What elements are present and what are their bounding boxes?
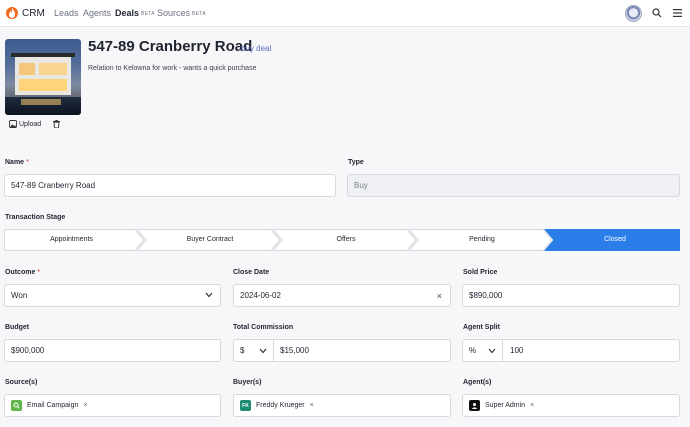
outcome-value: Won xyxy=(11,291,28,300)
chevron-down-icon xyxy=(488,348,496,354)
nav-item-label: Sources xyxy=(157,8,191,18)
nav-item-leads[interactable]: Leads xyxy=(54,8,79,18)
page-title: 547-89 Cranberry Road xyxy=(88,38,253,55)
name-label: Name * xyxy=(5,159,29,166)
type-field: Buy xyxy=(347,174,680,197)
required-marker: * xyxy=(37,269,41,276)
agent-chip[interactable]: Super Admin × xyxy=(469,400,534,411)
commission-unit-select[interactable]: $ xyxy=(234,340,274,361)
property-photo xyxy=(5,39,81,115)
name-label-text: Name xyxy=(5,159,25,166)
buyer-chip-label: Freddy Krueger xyxy=(256,402,305,409)
chevron-down-icon xyxy=(205,292,213,298)
agent-avatar-icon xyxy=(469,400,480,411)
type-label: Type xyxy=(348,159,364,166)
split-value: 100 xyxy=(510,346,524,355)
commission-unit-value: $ xyxy=(240,346,245,355)
buyer-initials-avatar: FK xyxy=(240,400,251,411)
commission-value: $15,000 xyxy=(280,346,309,355)
deal-description: Relation to Kelowna for work - wants a q… xyxy=(88,65,257,72)
agent-split-input[interactable]: % 100 xyxy=(462,339,680,362)
outcome-label: Outcome * xyxy=(5,269,40,276)
upload-label: Upload xyxy=(19,121,42,128)
name-value: 547-89 Cranberry Road xyxy=(11,181,96,190)
clear-date-button[interactable]: × xyxy=(437,291,442,301)
nav-item-agents[interactable]: Agents xyxy=(83,8,111,18)
deal-type-tag: buy deal xyxy=(241,44,272,53)
user-avatar[interactable] xyxy=(625,5,642,22)
outcome-select[interactable]: Won xyxy=(4,284,221,307)
upload-button[interactable]: Upload xyxy=(9,120,41,128)
outcome-label-text: Outcome xyxy=(5,269,36,276)
stage-label-offers: Offers xyxy=(336,236,356,243)
nav-item-sources[interactable]: Sources BETA xyxy=(157,8,206,18)
source-chip-label: Email Campaign xyxy=(27,402,79,409)
source-chip[interactable]: Email Campaign × xyxy=(11,400,87,411)
search-icon xyxy=(11,400,22,411)
agents-label: Agent(s) xyxy=(463,379,492,386)
trash-icon xyxy=(53,120,60,129)
sold-price-label: Sold Price xyxy=(463,269,498,276)
beta-badge: BETA xyxy=(141,11,155,17)
stage-label-pending: Pending xyxy=(469,236,495,243)
sources-label: Source(s) xyxy=(5,379,38,386)
total-commission-label: Total Commission xyxy=(233,324,294,331)
image-icon xyxy=(9,120,17,128)
hamburger-icon[interactable] xyxy=(673,9,682,19)
transaction-stage-label: Transaction Stage xyxy=(5,214,66,221)
nav-item-label: Deals xyxy=(115,8,140,18)
required-marker: * xyxy=(26,159,29,166)
total-commission-input[interactable]: $ $15,000 xyxy=(233,339,451,362)
buyers-label: Buyer(s) xyxy=(233,379,262,386)
agent-split-label: Agent Split xyxy=(463,324,500,331)
top-navbar: CRM Leads Agents Deals BETA Sources BETA xyxy=(0,0,690,27)
buyers-input[interactable]: FK Freddy Krueger × xyxy=(233,394,451,417)
chevron-down-icon xyxy=(259,348,267,354)
flame-icon[interactable] xyxy=(6,7,18,19)
sold-price-input[interactable]: $890,000 xyxy=(462,284,680,307)
type-value: Buy xyxy=(354,181,368,190)
budget-label: Budget xyxy=(5,324,30,331)
transaction-stage-stepper: Appointments Buyer Contract Offers Pendi… xyxy=(4,229,680,251)
close-date-input[interactable]: 2024-06-02 × xyxy=(233,284,451,307)
nav-item-deals[interactable]: Deals BETA xyxy=(115,8,155,18)
agents-input[interactable]: Super Admin × xyxy=(462,394,680,417)
stage-label-closed: Closed xyxy=(604,236,626,243)
delete-photo-button[interactable] xyxy=(53,119,62,129)
close-date-label: Close Date xyxy=(233,269,270,276)
search-icon[interactable] xyxy=(652,8,662,20)
remove-chip-button[interactable]: × xyxy=(530,402,534,409)
name-input[interactable]: 547-89 Cranberry Road xyxy=(4,174,336,197)
sources-input[interactable]: Email Campaign × xyxy=(4,394,221,417)
beta-badge: BETA xyxy=(192,11,206,17)
split-unit-select[interactable]: % xyxy=(463,340,503,361)
budget-input[interactable]: $900,000 xyxy=(4,339,221,362)
sold-price-value: $890,000 xyxy=(469,291,503,300)
nav-item-label: Leads xyxy=(54,8,79,18)
split-unit-value: % xyxy=(469,346,477,355)
remove-chip-button[interactable]: × xyxy=(310,402,314,409)
buyer-chip[interactable]: FK Freddy Krueger × xyxy=(240,400,314,411)
brand-name[interactable]: CRM xyxy=(22,8,45,19)
close-date-value: 2024-06-02 xyxy=(240,291,281,300)
nav-item-label: Agents xyxy=(83,8,112,18)
stage-label-appointments: Appointments xyxy=(50,236,93,243)
budget-value: $900,000 xyxy=(11,346,45,355)
agent-chip-label: Super Admin xyxy=(485,402,526,409)
remove-chip-button[interactable]: × xyxy=(83,402,87,409)
stage-label-buyer-contract: Buyer Contract xyxy=(186,236,234,243)
